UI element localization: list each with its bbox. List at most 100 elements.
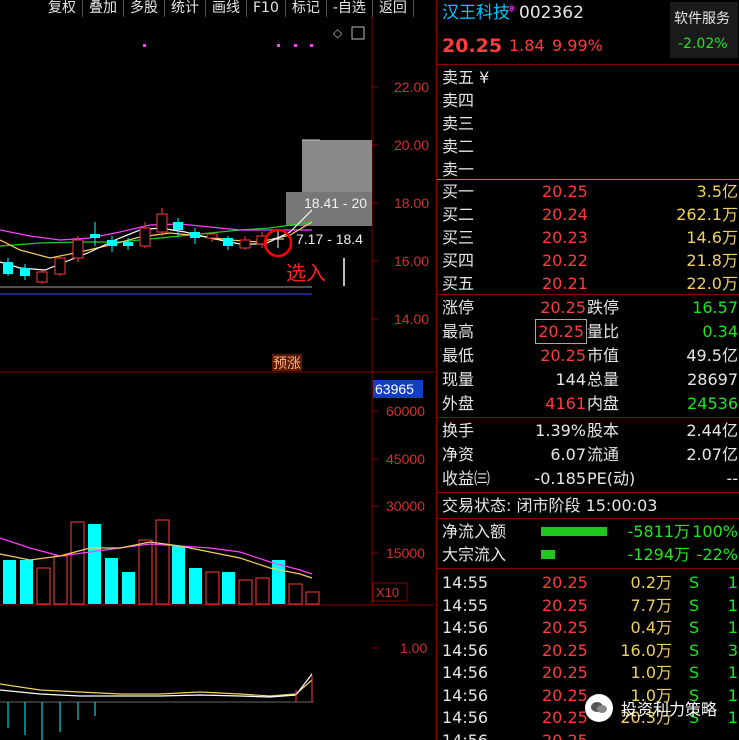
wechat-icon [584,694,613,722]
trade-status: 交易状态: 闭市阶段 15:00:03 [442,496,658,515]
ask-label: 卖五 ¥ [442,68,490,87]
toolbar-button-5[interactable]: F10 [247,0,286,17]
stat-label: 涨停 [442,298,475,317]
stat-value: 20.25 [540,346,586,365]
bid-label: 买三 [442,228,475,247]
bid-volume: 21.8万 [686,251,738,270]
tick-volume: 0.4万 [630,618,672,637]
stat-label: 净资 [442,445,475,464]
tick-price: 20.25 [542,708,588,727]
stat-value: 6.07 [550,445,586,464]
vol-tick-30000: 30000 [386,498,425,514]
stat-label-2: 流通 [587,445,620,464]
tick-time: 14:56 [442,708,489,727]
toolbar-button-4[interactable]: 画线 [206,0,247,17]
stat-value: 20.25 [535,319,587,344]
buy-annotation: 选入 [286,262,326,285]
tick-time: 14:56 [442,685,489,705]
price-tick-16: 16.00 [394,253,429,269]
sector-label: 软件服务 [674,11,730,27]
price-pct: 9.99% [552,36,603,55]
toolbar-button-8[interactable]: 返回 [373,0,414,17]
ask-label: 卖三 [442,114,475,133]
toolbar-button-0[interactable]: 复权 [0,0,83,17]
tick-volume: 1.0万 [630,663,672,682]
stock-name[interactable]: 汉王科技 [442,2,510,25]
quote-panel: 汉王科技 ⑧ 002362 软件服务 -2.02% 20.25 1.84 9.9… [436,0,739,740]
tick-side: S [689,595,700,615]
flow-bar [541,550,555,559]
last-price: 20.25 [442,35,503,57]
stat-value-2: 28697 [687,370,738,389]
bid-row: 买二 20.24 262.1万 [437,203,739,226]
kline-chart[interactable]: 22.00 20.00 18.00 16.00 14.00 ◇ 18.41 - … [0,17,434,740]
tick-time: 14:55 [442,573,489,592]
toolbar-button-7[interactable]: -自选 [327,0,373,17]
ask-label: 卖四 [442,91,475,110]
tick-count: 3 [727,640,738,660]
stat-label-2: PE(动) [587,469,636,488]
bid-label: 买四 [442,251,475,270]
toolbar-button-3[interactable]: 统计 [165,0,206,17]
tick-volume: 0.2万 [630,573,672,592]
stat-row: 换手 1.39% 股本 2.44亿 [437,419,739,442]
tick-count: 1 [727,708,738,727]
price-row: 20.25 1.84 9.99% [437,33,739,59]
stat-label: 外盘 [442,394,475,413]
stat-value-2: 49.5亿 [686,346,738,365]
candles [3,208,284,284]
bid-price: 20.23 [542,228,588,247]
toolbar-button-6[interactable]: 标记 [286,0,327,17]
bid-volume: 262.1万 [676,205,738,224]
tick-time: 14:56 [442,640,489,660]
tick-time: 14:55 [442,595,489,615]
chart-toolbar: 复权 叠加 多股 统计 画线 F10 标记 -自选 返回 [0,0,434,17]
ask-row: 卖五 ¥ [437,66,739,89]
vol-tick-45000: 45000 [386,451,425,467]
stat-label: 最低 [442,346,475,365]
vol-tick-15000: 15000 [386,545,425,561]
stat-row: 现量 144 总量 28697 [437,368,739,391]
window-icon[interactable] [351,26,365,40]
bid-label: 买二 [442,205,475,224]
watermark: 投资利力策略 [584,694,717,722]
watermark-text: 投资利力策略 [620,700,717,719]
projection-box-upper [302,140,372,192]
tick-price: 20.25 [542,663,588,682]
stat-value: 4161 [545,394,586,413]
stat-value: 144 [555,370,586,389]
tick-side: S [689,663,700,682]
stat-label-2: 内盘 [587,394,620,413]
toolbar-button-2[interactable]: 多股 [124,0,165,17]
stat-value-2: 0.34 [702,322,738,341]
tick-row: 14:55 20.25 0.2万 S 1 [437,571,739,594]
tick-price: 20.25 [542,730,588,740]
tick-time: 14:56 [442,618,489,637]
stat-label: 现量 [442,370,475,389]
flow-pct: 100% [692,522,738,541]
tick-time: 14:56 [442,663,489,682]
stat-value-2: -- [726,469,738,488]
ind-line-yellow [0,679,313,697]
tick-row: 14:56 20.25 [437,729,739,740]
tick-count: 1 [727,685,738,705]
stat-value-2: 16.57 [692,298,738,317]
bid-row: 买五 20.21 22.0万 [437,272,739,295]
stat-label: 收益㈢ [442,469,491,488]
toolbar-button-1[interactable]: 叠加 [83,0,124,17]
signal-dots [143,44,313,47]
stat-label-2: 市值 [587,346,620,365]
diamond-icon[interactable]: ◇ [333,26,343,40]
stat-label: 最高 [442,322,475,341]
stat-row: 外盘 4161 内盘 24536 [437,392,739,415]
flow-bar [541,527,607,536]
bid-row: 买四 20.22 21.8万 [437,249,739,272]
tick-row: 14:56 20.25 16.0万 S 3 [437,639,739,662]
ask-row: 卖一 [437,158,739,181]
tick-count: 1 [727,663,738,682]
stat-row: 最高 20.25 量比 0.34 [437,319,739,344]
margin-icon: ⑧ [507,4,516,15]
vol-last-badge: 63965 [375,381,414,397]
stat-label-2: 总量 [587,370,620,389]
ask-row: 卖二 [437,135,739,158]
